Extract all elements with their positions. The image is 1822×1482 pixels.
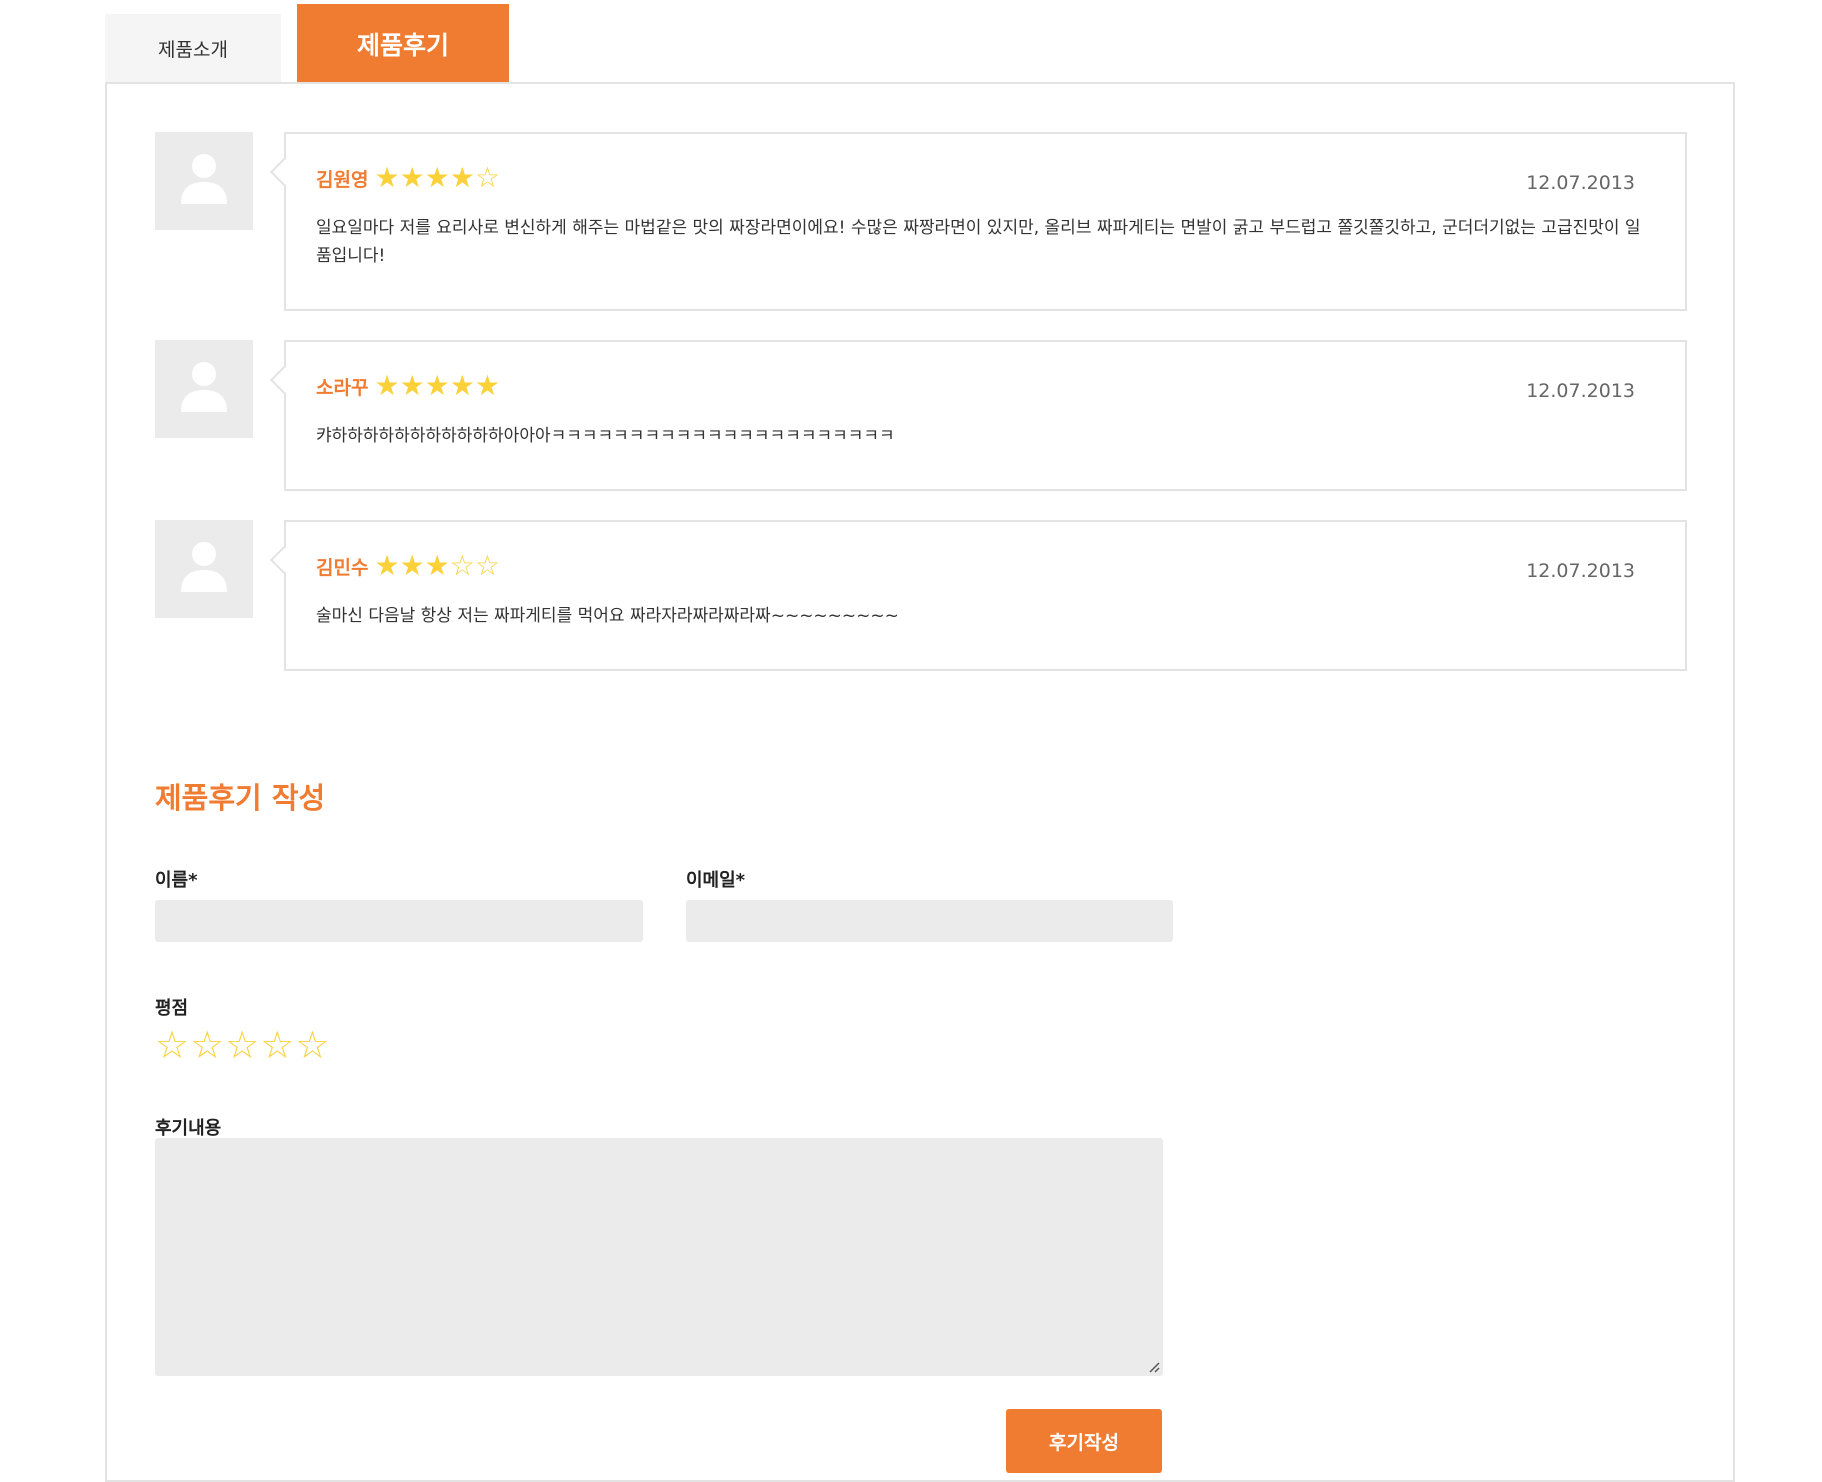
tab-label: 제품소개 [158, 39, 228, 61]
reviewer-name: 소라꾸 [316, 376, 369, 399]
review-bubble: 소라꾸 ★ ★ ★ ★ ★ 12.07.2013 캬하하하하하하하하하하하아아아ㅋㅋㅋㅋ… [284, 340, 1687, 491]
rating-stars: ★ ★ ★ ★ ☆ [374, 164, 500, 192]
review-form-title: 제품후기 작성 [155, 781, 326, 815]
star-filled-icon: ★ [449, 369, 475, 402]
star-empty-icon: ☆ [474, 161, 500, 194]
star-filled-icon: ★ [399, 161, 425, 194]
star-empty-icon[interactable]: ☆ [190, 1026, 224, 1064]
email-input[interactable] [686, 900, 1173, 942]
star-empty-icon[interactable]: ☆ [260, 1026, 294, 1064]
star-filled-icon: ★ [374, 549, 400, 582]
rating-stars: ★ ★ ★ ★ ★ [374, 372, 500, 400]
avatar [155, 520, 253, 618]
avatar [155, 132, 253, 230]
user-silhouette-icon [181, 362, 227, 412]
star-empty-icon: ☆ [474, 549, 500, 582]
star-filled-icon: ★ [424, 369, 450, 402]
review-date: 12.07.2013 [1526, 560, 1635, 582]
star-filled-icon: ★ [449, 161, 475, 194]
reviewer-name: 김원영 [316, 168, 369, 191]
review-bubble: 김원영 ★ ★ ★ ★ ☆ 12.07.2013 일요일마다 저를 요리사로 변신하게 … [284, 132, 1687, 311]
avatar [155, 340, 253, 438]
user-silhouette-icon [181, 154, 227, 204]
review-text: 술마신 다음날 항상 저는 짜파게티를 먹어요 짜라자라짜라짜라짜~~~~~~~… [316, 606, 899, 626]
email-label: 이메일* [686, 870, 746, 891]
review-header: 김민수 ★ ★ ★ ☆ ☆ [316, 552, 500, 580]
submit-review-button[interactable]: 후기작성 [1006, 1409, 1162, 1473]
rating-label: 평점 [155, 998, 189, 1019]
name-label: 이름* [155, 870, 198, 891]
rating-input[interactable]: ☆ ☆ ☆ ☆ ☆ [155, 1026, 330, 1064]
tab-product-reviews[interactable]: 제품후기 [297, 4, 509, 83]
star-empty-icon: ☆ [449, 549, 475, 582]
resize-handle-icon[interactable] [1148, 1361, 1160, 1373]
rating-stars: ★ ★ ★ ☆ ☆ [374, 552, 500, 580]
review-header: 김원영 ★ ★ ★ ★ ☆ [316, 164, 500, 192]
review-bubble: 김민수 ★ ★ ★ ☆ ☆ 12.07.2013 술마신 다음날 항상 저는 짜파게티를… [284, 520, 1687, 671]
review-header: 소라꾸 ★ ★ ★ ★ ★ [316, 372, 500, 400]
review-text: 캬하하하하하하하하하하하아아아ㅋㅋㅋㅋㅋㅋㅋㅋㅋㅋㅋㅋㅋㅋㅋㅋㅋㅋㅋㅋㅋㅋ [316, 426, 895, 446]
star-empty-icon[interactable]: ☆ [225, 1026, 259, 1064]
star-filled-icon: ★ [374, 369, 400, 402]
review-date: 12.07.2013 [1526, 380, 1635, 402]
user-silhouette-icon [181, 542, 227, 592]
star-filled-icon: ★ [424, 549, 450, 582]
star-filled-icon: ★ [374, 161, 400, 194]
star-filled-icon: ★ [399, 369, 425, 402]
tab-label: 제품후기 [356, 30, 449, 60]
review-date: 12.07.2013 [1526, 172, 1635, 194]
star-filled-icon: ★ [474, 369, 500, 402]
star-empty-icon[interactable]: ☆ [155, 1026, 189, 1064]
tab-product-intro[interactable]: 제품소개 [105, 14, 281, 83]
star-filled-icon: ★ [424, 161, 450, 194]
name-input[interactable] [155, 900, 643, 942]
review-text: 일요일마다 저를 요리사로 변신하게 해주는 마법같은 맛의 짜장라면이에요! … [316, 218, 1641, 266]
star-empty-icon[interactable]: ☆ [295, 1026, 329, 1064]
content-textarea[interactable] [155, 1138, 1163, 1376]
reviewer-name: 김민수 [316, 556, 369, 579]
content-label: 후기내용 [155, 1118, 222, 1139]
submit-label: 후기작성 [1049, 1431, 1119, 1454]
star-filled-icon: ★ [399, 549, 425, 582]
